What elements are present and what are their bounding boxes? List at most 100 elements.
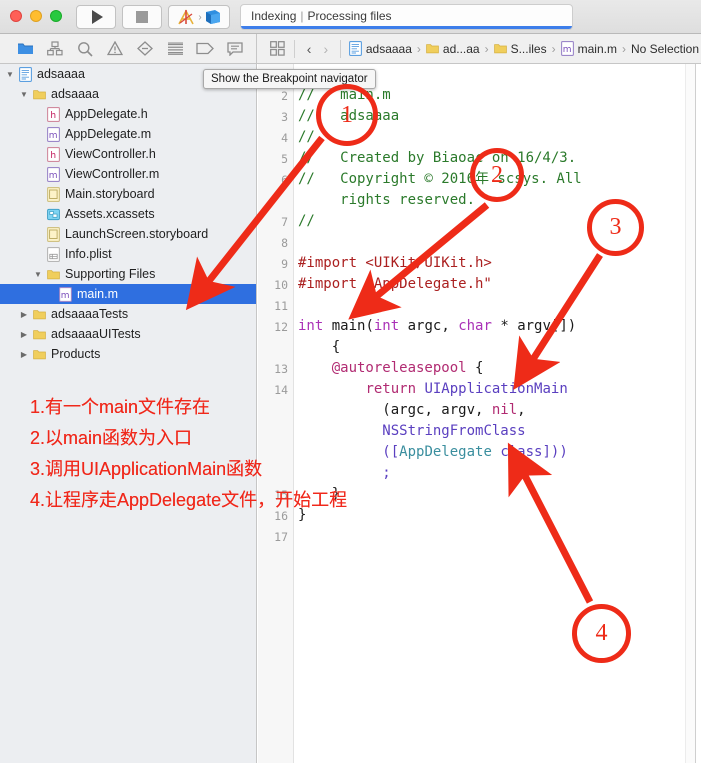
xcode-window: › Indexing | Processing files ‹ › adsaaa…	[0, 0, 701, 763]
breakpoint-navigator-icon[interactable]	[190, 34, 220, 63]
sidebar-item-appdelegate-m[interactable]: m AppDelegate.m	[0, 124, 256, 144]
window-controls	[10, 10, 62, 22]
disclosure-triangle-icon[interactable]	[32, 270, 44, 279]
annotation-notes: 1.有一个main文件存在 2.以main函数为入口 3.调用UIApplica…	[30, 392, 347, 516]
sidebar-item-supporting-files[interactable]: Supporting Files	[0, 264, 256, 284]
breadcrumb-separator-2: ›	[484, 41, 489, 56]
scheme-selector-button[interactable]: ›	[168, 5, 230, 29]
report-navigator-icon[interactable]	[220, 34, 250, 63]
line-number: 2	[281, 89, 288, 103]
kw-return: return	[365, 381, 417, 397]
close-window-button[interactable]	[10, 10, 22, 22]
code-line-10: #import "AppDelegate.h"	[298, 276, 492, 292]
code-line-6: // Copyright © 2016年 scsys. All	[298, 171, 582, 187]
h-file-icon: h	[44, 146, 62, 162]
disclosure-triangle-icon[interactable]	[18, 330, 30, 339]
annotation-note-2: 2.以main函数为入口	[30, 428, 193, 448]
stop-button[interactable]	[122, 5, 162, 29]
code-token: main(	[323, 318, 374, 334]
breadcrumb-label-project: adsaaaa	[365, 41, 412, 56]
sidebar-item-info-plist[interactable]: Info.plist	[0, 244, 256, 264]
jump-bar-divider-2	[340, 39, 341, 58]
breadcrumb-item-group[interactable]: ad...aa	[424, 41, 482, 56]
uiapplicationmain-symbol: UIApplicationMain	[424, 381, 568, 397]
stop-square-icon	[136, 11, 148, 23]
line-number: 10	[274, 278, 288, 292]
code-line-9: #import <UIKit/UIKit.h>	[298, 255, 492, 271]
folder-icon	[44, 267, 62, 282]
navigator-selector-bar	[0, 34, 257, 63]
kw-int-1: int	[298, 318, 324, 334]
sidebar-item-adsaaaauitests[interactable]: adsaaaaUITests	[0, 324, 256, 344]
sidebar-label: adsaaaa	[51, 87, 99, 101]
source-control-navigator-icon[interactable]	[40, 34, 70, 63]
sidebar-label: ViewController.h	[65, 147, 156, 161]
sidebar-item-products[interactable]: Products	[0, 344, 256, 364]
assets-icon	[44, 207, 62, 222]
code-line-12-wrap: {	[298, 339, 341, 355]
status-separator: |	[300, 9, 304, 23]
folder-icon	[426, 44, 439, 54]
simulator-icon	[205, 10, 220, 24]
line-number: 5	[281, 152, 288, 166]
sidebar-item-adsaaaatests[interactable]: adsaaaaTests	[0, 304, 256, 324]
breadcrumb-separator-4: ›	[621, 41, 626, 56]
disclosure-triangle-icon[interactable]	[18, 90, 30, 99]
sidebar-label: Info.plist	[65, 247, 112, 261]
issue-navigator-icon[interactable]	[100, 34, 130, 63]
sidebar-item-viewcontroller-m[interactable]: m ViewController.m	[0, 164, 256, 184]
forward-button[interactable]: ›	[317, 41, 334, 57]
breadcrumb-item-file[interactable]: m main.m	[559, 41, 619, 56]
sidebar-item-viewcontroller-h[interactable]: h ViewController.h	[0, 144, 256, 164]
sidebar-label: adsaaaaTests	[51, 307, 129, 321]
breadcrumb-label-group: ad...aa	[442, 41, 480, 56]
storyboard-icon	[44, 186, 62, 202]
status-text: Indexing | Processing files	[251, 9, 392, 23]
sidebar-item-main-m[interactable]: m main.m	[0, 284, 256, 304]
autoreleasepool-keyword: @autoreleasepool	[331, 360, 467, 376]
debug-navigator-icon[interactable]	[160, 34, 190, 63]
folder-icon	[30, 347, 48, 362]
disclosure-triangle-icon[interactable]	[18, 350, 30, 359]
line-number: 8	[281, 236, 288, 250]
breadcrumb-label-supporting-files: S...iles	[510, 41, 547, 56]
sidebar-item-main-storyboard[interactable]: Main.storyboard	[0, 184, 256, 204]
related-items-icon[interactable]	[266, 34, 288, 63]
back-button[interactable]: ‹	[301, 41, 318, 57]
code-token: ,	[517, 402, 526, 418]
sidebar-label: ViewController.m	[65, 167, 160, 181]
sidebar-item-appdelegate-h[interactable]: h AppDelegate.h	[0, 104, 256, 124]
breadcrumb-label-selection: No Selection	[630, 41, 699, 56]
annotation-note-1: 1.有一个main文件存在	[30, 397, 211, 417]
breadcrumb-item-supporting-files[interactable]: S...iles	[492, 41, 549, 56]
sidebar-item-assets-xcassets[interactable]: Assets.xcassets	[0, 204, 256, 224]
sidebar-label: LaunchScreen.storyboard	[65, 227, 209, 241]
m-file-icon: m	[560, 41, 574, 56]
code-token: argc,	[399, 318, 459, 334]
annotation-note-3: 3.调用UIApplicationMain函数	[30, 459, 263, 479]
code-content[interactable]: // main.m // adsaaaa // // Created by Bi…	[298, 64, 679, 763]
breadcrumb-item-project[interactable]: adsaaaa	[347, 41, 414, 56]
folder-icon	[30, 307, 48, 322]
test-navigator-icon[interactable]	[130, 34, 160, 63]
disclosure-triangle-icon[interactable]	[4, 70, 16, 79]
breadcrumb-item-selection[interactable]: No Selection	[629, 42, 701, 56]
code-token: * argv[])	[491, 318, 577, 334]
breakpoint-navigator-tooltip: Show the Breakpoint navigator	[203, 69, 376, 89]
line-number: 12	[274, 320, 288, 334]
maximize-window-button[interactable]	[50, 10, 62, 22]
line-number: 6	[281, 173, 288, 187]
minimize-window-button[interactable]	[30, 10, 42, 22]
plist-icon	[44, 246, 62, 262]
svg-text:m: m	[562, 45, 571, 55]
sidebar-label: Assets.xcassets	[65, 207, 155, 221]
run-button[interactable]	[76, 5, 116, 29]
status-primary: Indexing	[251, 9, 297, 23]
kw-char: char	[458, 318, 492, 334]
sidebar-item-launchscreen-storyboard[interactable]: LaunchScreen.storyboard	[0, 224, 256, 244]
search-navigator-icon[interactable]	[70, 34, 100, 63]
project-navigator-icon[interactable]	[10, 34, 40, 63]
chevron-right-icon: ›	[198, 11, 202, 23]
code-line-4: //	[298, 129, 315, 145]
disclosure-triangle-icon[interactable]	[18, 310, 30, 319]
